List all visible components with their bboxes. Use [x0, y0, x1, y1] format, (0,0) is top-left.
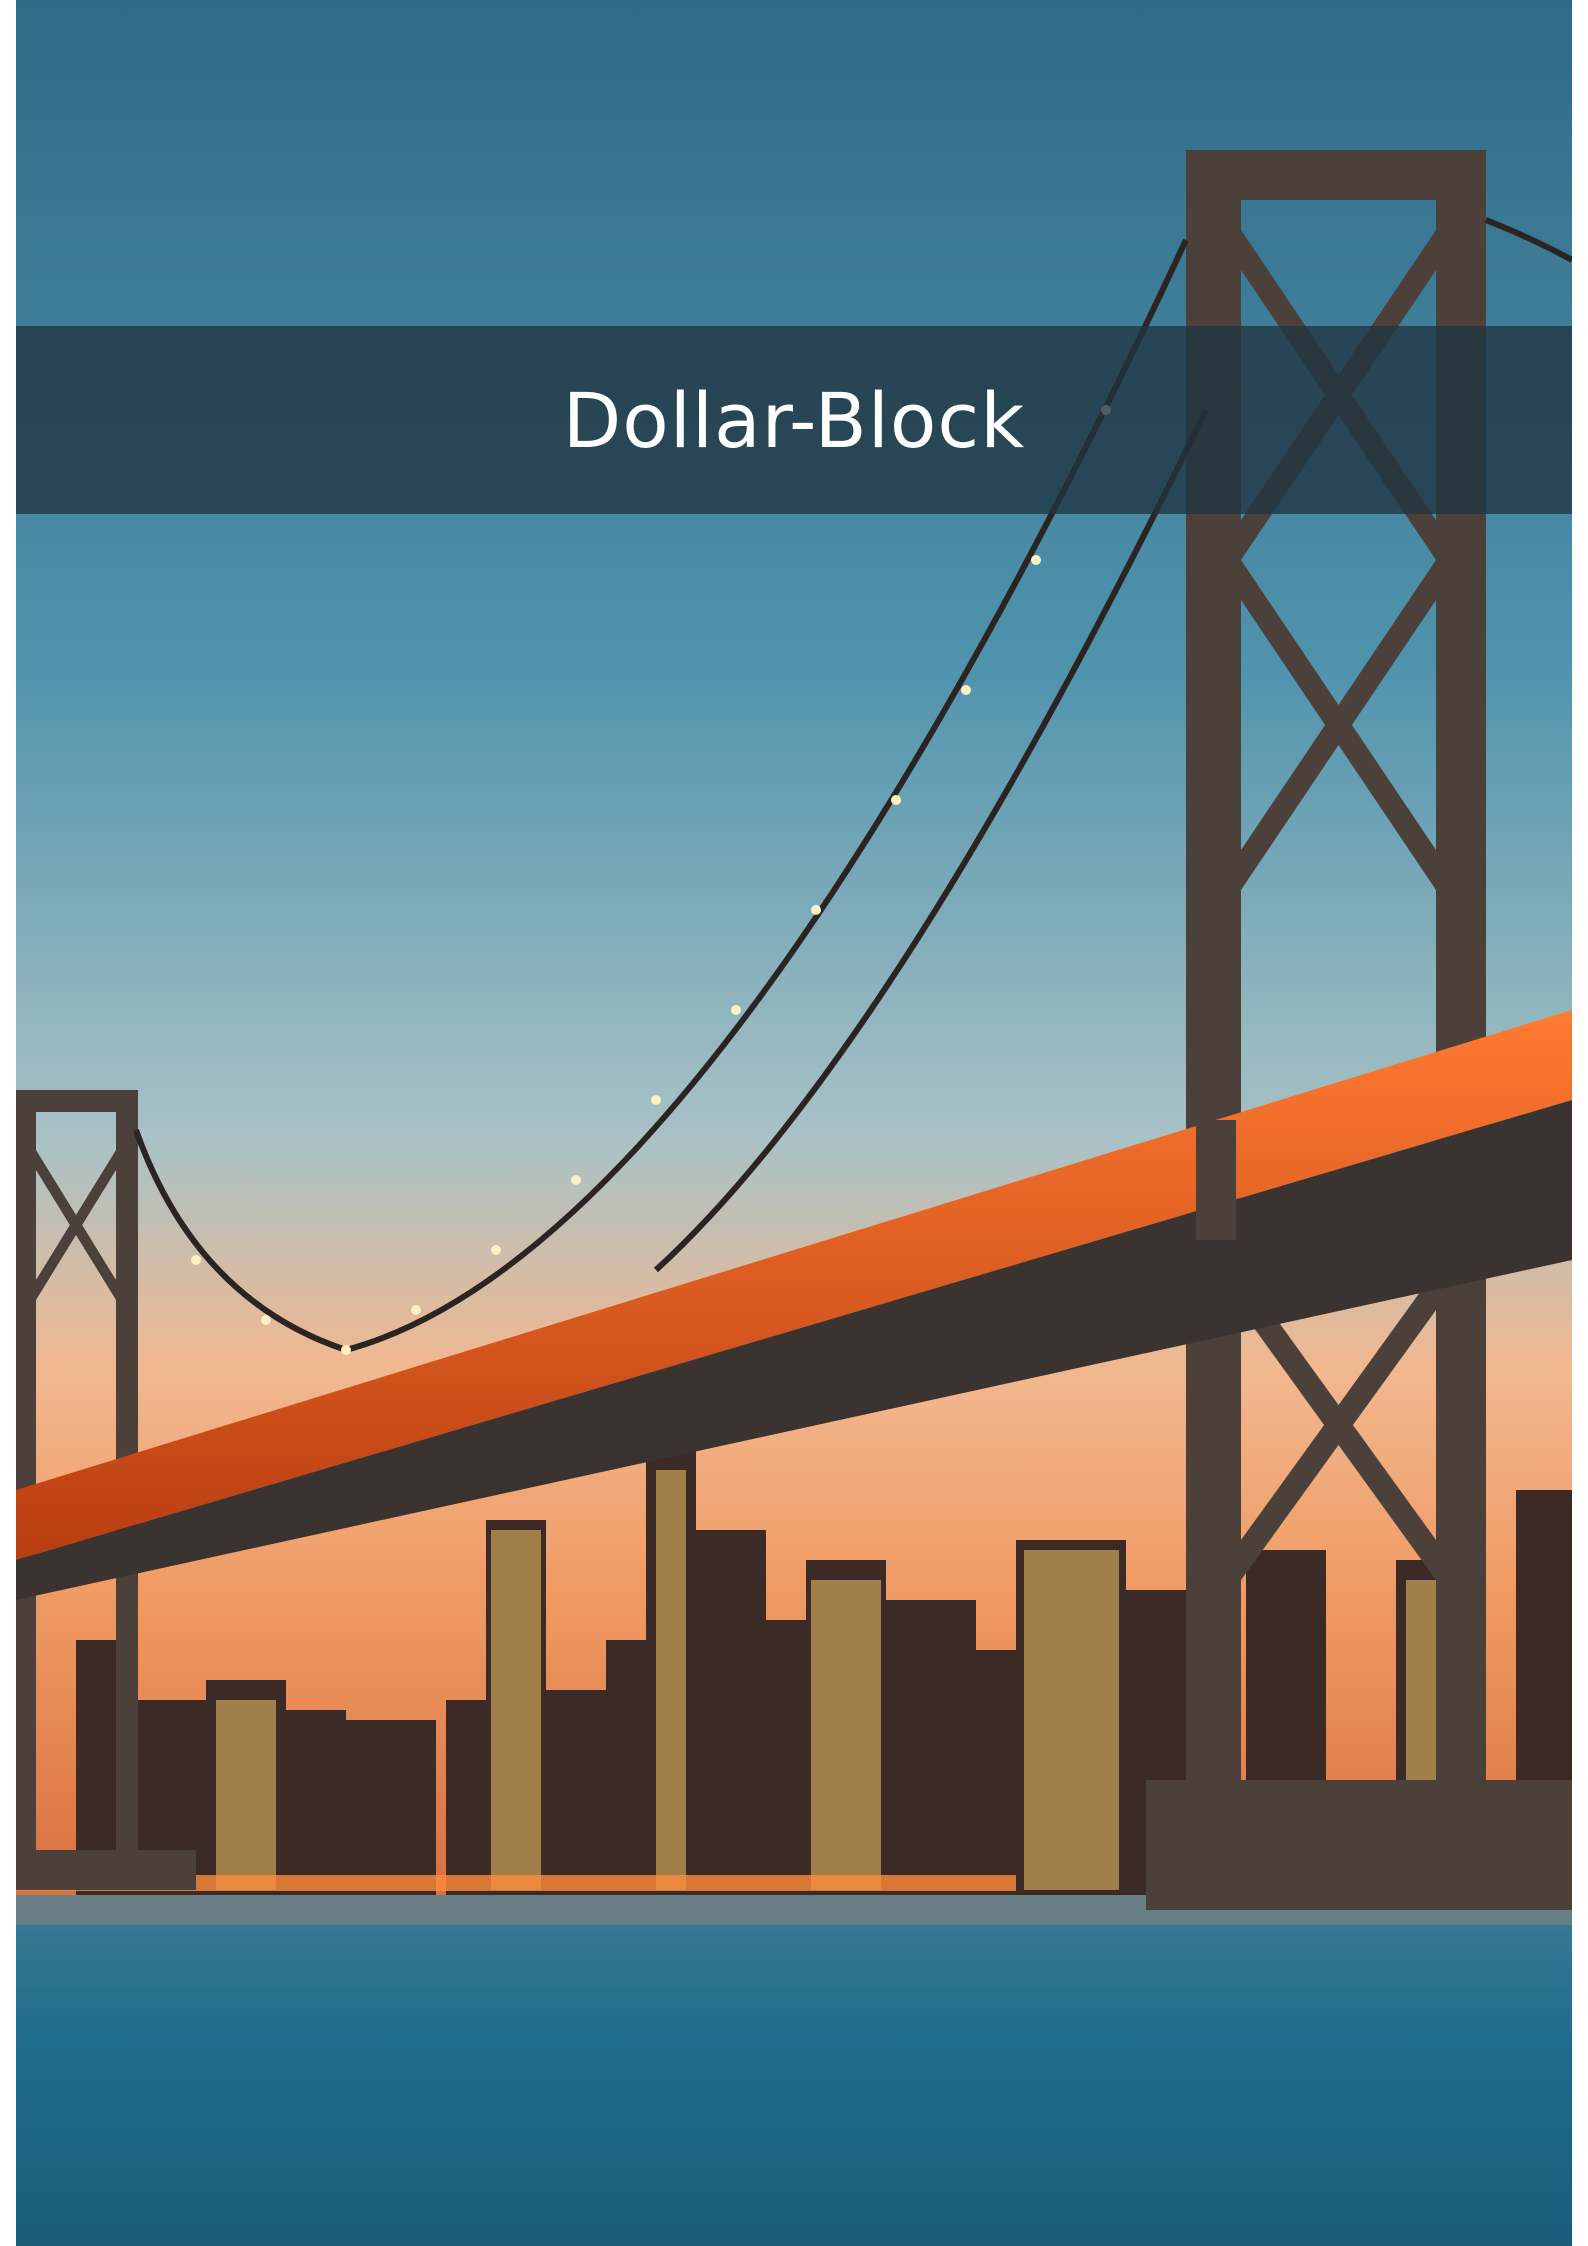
tower-deck-joint: [1196, 1120, 1236, 1240]
bay-water: [16, 1895, 1572, 2246]
document-title: Dollar-Block: [562, 375, 1026, 465]
title-banner: Dollar-Block: [16, 326, 1572, 514]
